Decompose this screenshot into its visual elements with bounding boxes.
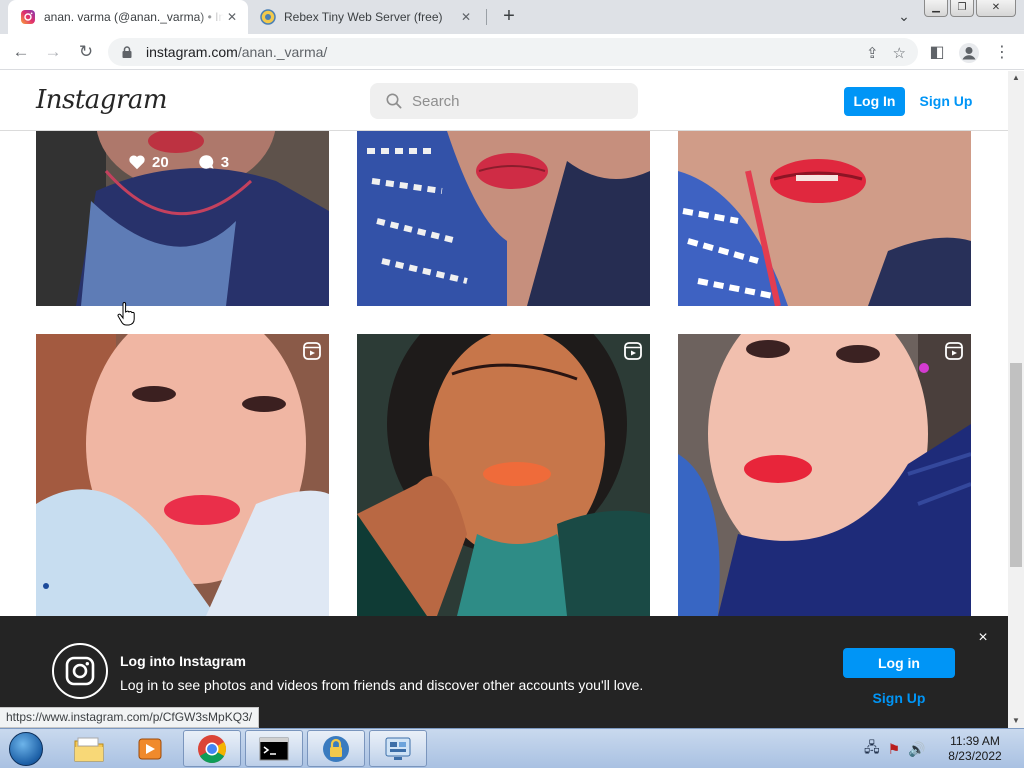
share-icon[interactable]: ⇪ bbox=[866, 44, 879, 62]
taskbar-clock[interactable]: 11:39 AM 8/23/2022 bbox=[940, 734, 1010, 764]
tab-rebex[interactable]: Rebex Tiny Web Server (free) ✕ bbox=[250, 0, 482, 34]
reload-icon[interactable]: ↻ bbox=[75, 42, 97, 64]
tab-search-chevron-icon[interactable]: ⌄ bbox=[894, 8, 914, 26]
instagram-header: Instagram Log In Sign Up bbox=[0, 71, 1008, 131]
rebex-favicon-icon bbox=[260, 9, 276, 25]
media-player-icon bbox=[138, 738, 162, 759]
restore-button[interactable]: ❐ bbox=[950, 0, 974, 17]
taskbar-network-app[interactable] bbox=[369, 730, 427, 767]
post-thumbnail[interactable] bbox=[357, 334, 650, 616]
post-photo-image bbox=[678, 131, 971, 306]
search-input[interactable] bbox=[412, 92, 612, 110]
comment-icon bbox=[198, 155, 214, 169]
heart-icon bbox=[129, 155, 145, 170]
taskbar-rebex-server[interactable] bbox=[307, 730, 365, 767]
header-login-button[interactable]: Log In bbox=[844, 87, 905, 116]
padlock-app-icon bbox=[323, 735, 349, 762]
tab-close-icon[interactable]: ✕ bbox=[458, 9, 474, 25]
post-thumbnail[interactable]: 20 3 bbox=[36, 131, 329, 306]
reel-icon bbox=[624, 342, 642, 360]
browser-toolbar: ← → ↻ instagram.com/anan._varma/ ⇪ ☆ ◧ ⋮ bbox=[0, 34, 1024, 70]
bookmark-star-icon[interactable]: ☆ bbox=[893, 44, 906, 62]
post-hover-stats: 20 3 bbox=[128, 153, 229, 171]
clock-time: 11:39 AM bbox=[950, 734, 1000, 748]
page-scrollbar[interactable]: ▲ ▼ bbox=[1008, 71, 1024, 728]
instagram-favicon-icon bbox=[21, 10, 35, 24]
reel-icon bbox=[303, 342, 321, 360]
forward-arrow-icon[interactable]: → bbox=[42, 42, 64, 64]
banner-description: Log in to see photos and videos from fri… bbox=[120, 677, 644, 693]
new-tab-button[interactable]: + bbox=[498, 6, 520, 28]
address-path: /anan._varma/ bbox=[237, 44, 328, 60]
volume-icon[interactable]: 🔊 bbox=[908, 741, 925, 758]
taskbar-explorer[interactable] bbox=[60, 730, 118, 767]
scrollbar-thumb[interactable] bbox=[1010, 363, 1022, 567]
post-thumbnail[interactable] bbox=[357, 131, 650, 306]
side-panel-icon[interactable]: ◧ bbox=[926, 42, 948, 64]
address-bar-actions: ⇪ ☆ bbox=[866, 44, 906, 62]
comments-stat: 3 bbox=[197, 153, 229, 171]
lock-icon bbox=[122, 46, 132, 58]
window-close-button[interactable]: ✕ bbox=[976, 0, 1016, 17]
back-arrow-icon[interactable]: ← bbox=[10, 42, 32, 64]
post-photo-image bbox=[36, 334, 329, 616]
comments-count: 3 bbox=[220, 153, 230, 171]
post-photo-image bbox=[678, 334, 971, 616]
windows-taskbar: 🖧 ⚑ 🔊 11:39 AM 8/23/2022 bbox=[0, 728, 1024, 768]
address-host: instagram.com bbox=[146, 44, 238, 60]
tab-title: Rebex Tiny Web Server (free) bbox=[284, 10, 443, 24]
post-thumbnail[interactable] bbox=[678, 334, 971, 616]
browser-menu-icon[interactable]: ⋮ bbox=[991, 42, 1013, 64]
search-box[interactable] bbox=[370, 83, 638, 119]
instagram-logo[interactable]: Instagram bbox=[36, 85, 168, 115]
taskbar-media-player[interactable] bbox=[121, 730, 179, 767]
taskbar-command-prompt[interactable] bbox=[245, 730, 303, 767]
reel-icon bbox=[945, 342, 963, 360]
chrome-icon bbox=[198, 734, 226, 763]
banner-login-button[interactable]: Log in bbox=[843, 648, 955, 678]
banner-title: Log into Instagram bbox=[120, 653, 246, 669]
profile-avatar-icon[interactable] bbox=[958, 42, 980, 64]
minimize-button[interactable]: ▁ bbox=[924, 0, 948, 17]
taskbar-chrome[interactable] bbox=[183, 730, 241, 767]
start-button[interactable] bbox=[4, 730, 48, 768]
hand-cursor-icon bbox=[117, 302, 135, 326]
window-controls: ▁ ❐ ✕ bbox=[924, 0, 1016, 17]
post-thumbnail[interactable] bbox=[678, 131, 971, 306]
likes-count: 20 bbox=[152, 153, 169, 171]
likes-stat: 20 bbox=[128, 153, 169, 171]
action-center-flag-icon[interactable]: ⚑ bbox=[888, 741, 901, 758]
folder-icon bbox=[74, 737, 104, 761]
tab-title: anan. varma (@anan._varma) • Instagram bbox=[44, 10, 224, 24]
banner-signup-link[interactable]: Sign Up bbox=[843, 690, 955, 710]
scroll-down-icon[interactable]: ▼ bbox=[1008, 714, 1024, 728]
tab-close-icon[interactable]: ✕ bbox=[224, 9, 240, 25]
search-icon bbox=[386, 93, 402, 109]
system-tray: 🖧 ⚑ 🔊 bbox=[864, 729, 926, 768]
post-photo-image bbox=[357, 131, 650, 306]
control-panel-icon bbox=[385, 737, 411, 760]
post-photo-image bbox=[357, 334, 650, 616]
tab-separator bbox=[486, 9, 487, 25]
network-icon[interactable]: 🖧 bbox=[864, 737, 880, 761]
status-bar-url: https://www.instagram.com/p/CfGW3sMpKQ3/ bbox=[0, 707, 260, 728]
tab-instagram[interactable]: anan. varma (@anan._varma) • Instagram ✕ bbox=[8, 0, 248, 34]
scroll-up-icon[interactable]: ▲ bbox=[1008, 71, 1024, 85]
close-icon[interactable]: × bbox=[975, 630, 991, 646]
browser-tab-strip: anan. varma (@anan._varma) • Instagram ✕… bbox=[0, 0, 1024, 34]
clock-date: 8/23/2022 bbox=[948, 749, 1002, 763]
terminal-icon bbox=[259, 737, 289, 760]
windows-logo-icon bbox=[9, 732, 43, 766]
header-signup-link[interactable]: Sign Up bbox=[918, 87, 974, 116]
address-bar[interactable]: instagram.com/anan._varma/ ⇪ ☆ bbox=[108, 38, 918, 66]
page-viewport: Instagram Log In Sign Up 20 bbox=[0, 71, 1008, 728]
instagram-glyph-icon bbox=[52, 643, 108, 699]
post-thumbnail[interactable] bbox=[36, 334, 329, 616]
